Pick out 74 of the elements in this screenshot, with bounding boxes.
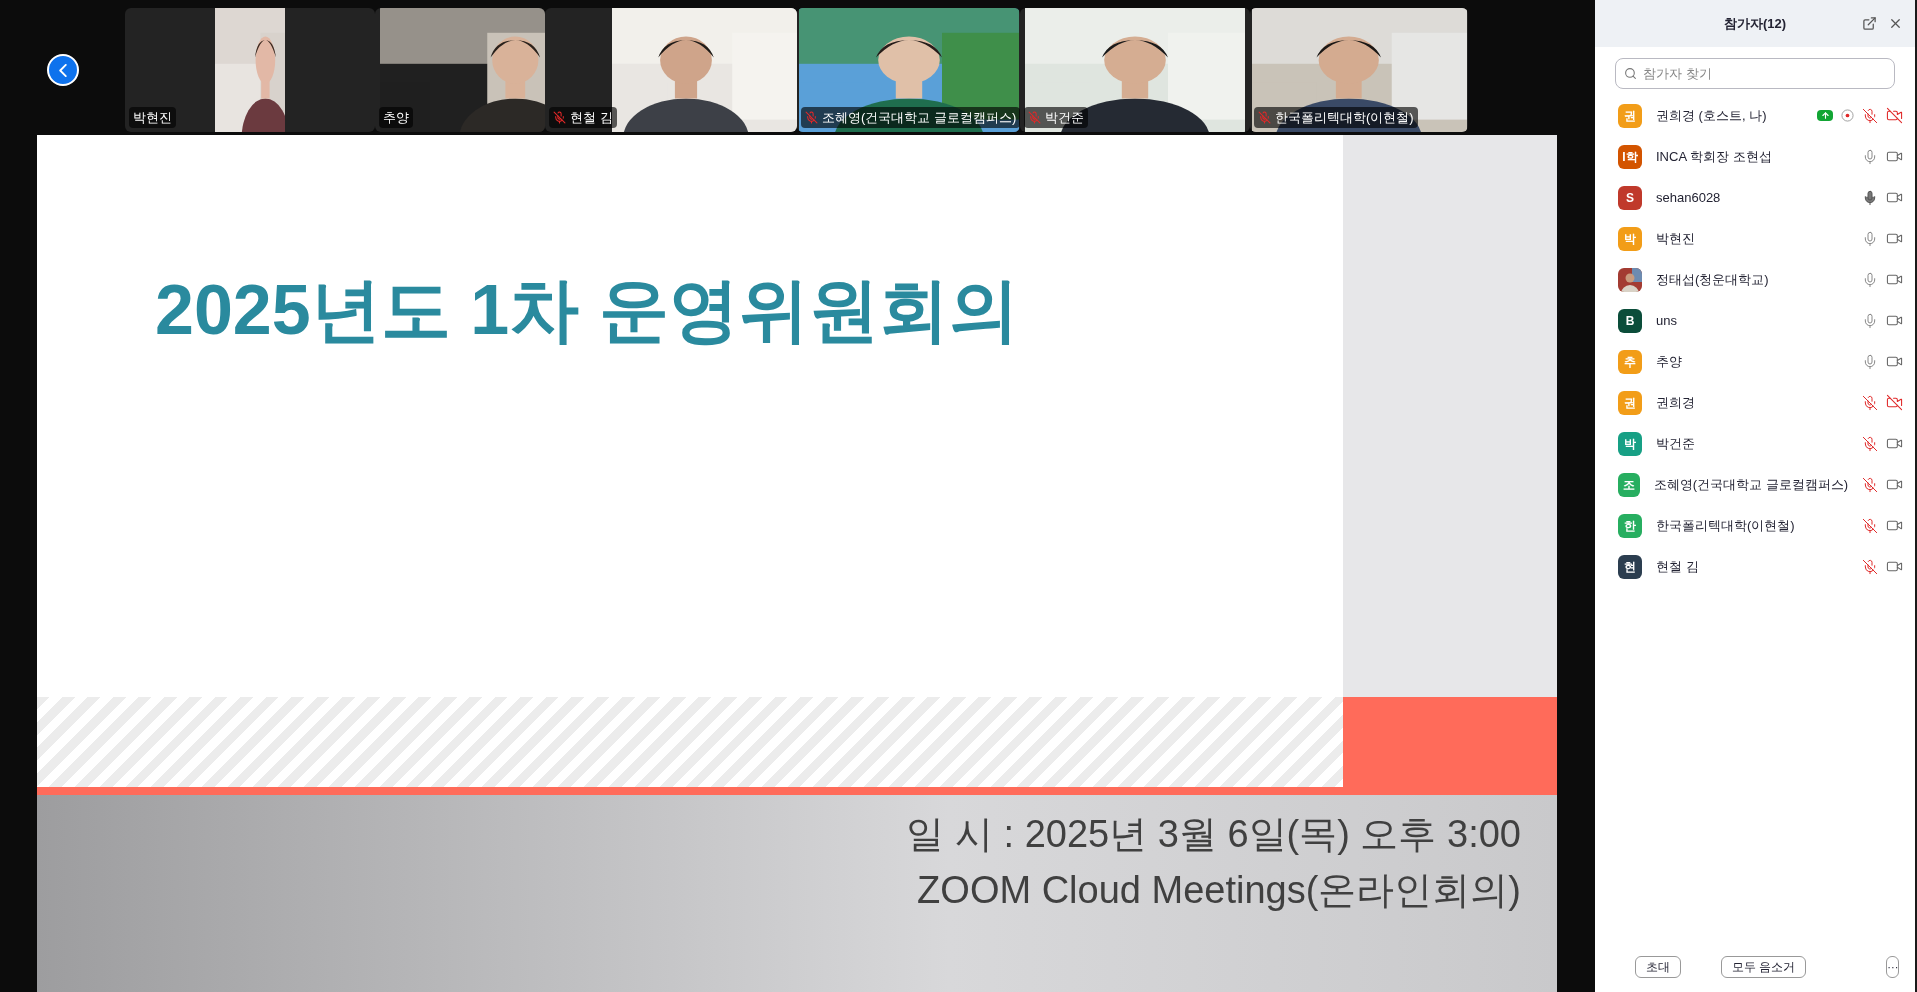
- participant-row[interactable]: 조 조혜영(건국대학교 글로컬캠퍼스): [1595, 464, 1915, 505]
- participant-row[interactable]: B uns: [1595, 300, 1915, 341]
- muted-mic-icon[interactable]: [1862, 394, 1878, 411]
- slide-text: 일 시 : 2025년 3월 6일(목) 오후 3:00: [906, 812, 1521, 857]
- video-off-icon[interactable]: [1886, 394, 1903, 411]
- avatar: 박: [1618, 431, 1642, 456]
- video-tile[interactable]: 한국폴리텍대학(이현철): [1250, 8, 1468, 132]
- muted-mic-icon[interactable]: [1862, 435, 1878, 452]
- mic-icon[interactable]: [1862, 148, 1878, 165]
- pop-out-icon[interactable]: [1862, 16, 1877, 31]
- participant-name: 현철 김: [570, 108, 613, 127]
- avatar: 추: [1618, 349, 1642, 374]
- participant-row[interactable]: 추 추양: [1595, 341, 1915, 382]
- participant-row[interactable]: S sehan6028: [1595, 177, 1915, 218]
- participant-name: 권희경: [1656, 393, 1696, 412]
- mic-icon[interactable]: [1862, 312, 1878, 329]
- close-icon[interactable]: [1888, 16, 1903, 31]
- avatar: I학: [1618, 144, 1642, 169]
- avatar: 현: [1618, 554, 1642, 579]
- avatar: 권: [1618, 390, 1642, 415]
- video-tile[interactable]: 박건준: [1020, 8, 1250, 132]
- avatar: 조: [1618, 472, 1640, 497]
- participant-row[interactable]: I학 INCA 학회장 조현섭: [1595, 136, 1915, 177]
- video-tile[interactable]: 박현진: [125, 8, 375, 132]
- mute-all-button[interactable]: 모두 음소거: [1721, 956, 1807, 978]
- participant-name: 조혜영(건국대학교 글로컬캠퍼스): [822, 108, 1017, 127]
- muted-mic-icon[interactable]: [1862, 517, 1878, 534]
- search-field[interactable]: 참가자 찾기: [1615, 58, 1895, 89]
- muted-mic-icon[interactable]: [1862, 107, 1878, 124]
- more-button[interactable]: ···: [1886, 956, 1900, 978]
- mic-icon[interactable]: [1862, 230, 1878, 247]
- mic-icon[interactable]: [1862, 271, 1878, 288]
- participant-name: 추양: [383, 108, 409, 127]
- avatar: 권: [1618, 103, 1642, 128]
- participant-name: uns: [1656, 311, 1678, 330]
- participant-name: 박건준: [1656, 434, 1696, 453]
- video-tile[interactable]: 추양: [375, 8, 545, 132]
- participant-name: 한국폴리텍대학(이현철): [1275, 108, 1414, 127]
- participant-name: 권희경 (호스트, 나): [1656, 106, 1768, 125]
- invite-button[interactable]: 초대: [1635, 956, 1681, 978]
- video-off-icon[interactable]: [1886, 107, 1903, 124]
- participant-name: INCA 학회장 조현섭: [1656, 147, 1773, 166]
- avatar: 박: [1618, 226, 1642, 251]
- avatar: 한: [1618, 513, 1642, 538]
- participant-row[interactable]: 박 박현진: [1595, 218, 1915, 259]
- muted-mic-icon[interactable]: [1862, 558, 1878, 575]
- muted-mic-icon[interactable]: [1862, 476, 1878, 493]
- participant-name: 현철 김: [1656, 557, 1700, 576]
- avatar: S: [1618, 185, 1642, 210]
- participant-name: 박현진: [1656, 229, 1696, 248]
- avatar: B: [1618, 308, 1642, 333]
- participant-name: 한국폴리텍대학(이현철): [1656, 516, 1796, 535]
- participant-name: 박건준: [1045, 108, 1084, 127]
- participant-name: 조혜영(건국대학교 글로컬캠퍼스): [1653, 475, 1848, 494]
- participant-row[interactable]: 한 한국폴리텍대학(이현철): [1595, 505, 1915, 546]
- chevron-left-icon: [58, 63, 67, 77]
- participant-row[interactable]: 권 권희경: [1595, 382, 1915, 423]
- search-icon: [1624, 67, 1637, 80]
- participant-name: 추양: [1656, 352, 1683, 371]
- slide-title: 2025년도 1차 운영위원회의: [155, 275, 1020, 345]
- participant-name: sehan6028: [1656, 188, 1722, 207]
- video-tile[interactable]: 현철 김: [545, 8, 797, 132]
- panel-title: 참가자(12): [1723, 14, 1787, 33]
- mic-icon[interactable]: [1862, 189, 1878, 206]
- video-tile[interactable]: 조혜영(건국대학교 글로컬캠퍼스): [797, 8, 1020, 132]
- participant-name: 박현진: [133, 108, 172, 127]
- participant-row[interactable]: 정태섭(청운대학교): [1595, 259, 1915, 300]
- slide-text: ZOOM Cloud Meetings(온라인회의): [917, 867, 1521, 913]
- participant-row[interactable]: 권 권희경 (호스트, 나): [1595, 95, 1915, 136]
- participant-name: 정태섭(청운대학교): [1656, 270, 1770, 289]
- previous-button[interactable]: [46, 54, 79, 86]
- participant-row[interactable]: 박 박건준: [1595, 423, 1915, 464]
- participant-row[interactable]: 현 현철 김: [1595, 546, 1915, 587]
- mic-icon[interactable]: [1862, 353, 1878, 370]
